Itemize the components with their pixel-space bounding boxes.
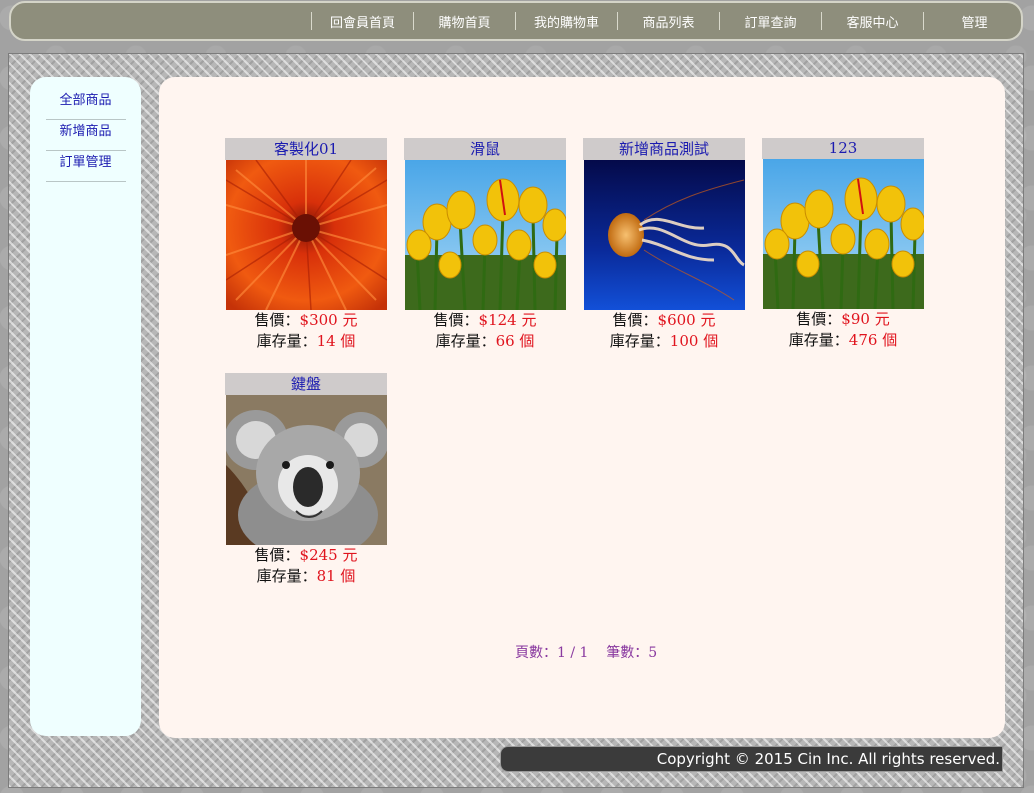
product-card: 新增商品測試 售價：$600 元 庫存量：100 個 <box>583 138 745 352</box>
product-image-jellyfish[interactable] <box>584 160 745 310</box>
product-image-tulips[interactable] <box>405 160 566 310</box>
stock-value: 66 個 <box>495 332 535 350</box>
nav-admin[interactable]: 管理 <box>924 3 1025 39</box>
price-value: $124 元 <box>478 311 537 329</box>
product-title-link[interactable]: 客製化01 <box>225 138 387 160</box>
stock-line: 庫存量：100 個 <box>583 331 745 352</box>
product-card: 鍵盤 售價：$245 元 庫存量：81 個 <box>225 373 387 587</box>
sidebar-item-order-management[interactable]: 訂單管理 <box>45 151 126 182</box>
price-line: 售價：$300 元 <box>225 310 387 331</box>
stock-label: 庫存量： <box>256 332 317 350</box>
product-card: 123 售價：$90 元 庫存量：476 個 <box>762 138 924 351</box>
price-line: 售價：$245 元 <box>225 545 387 566</box>
price-line: 售價：$90 元 <box>762 309 924 330</box>
main-nav: 回會員首頁 購物首頁 我的購物車 商品列表 訂單查詢 客服中心 管理 <box>311 3 1025 39</box>
pagination-info: 頁數：1 / 1 筆數：5 <box>515 645 658 661</box>
product-title-link[interactable]: 123 <box>762 138 924 159</box>
stock-line: 庫存量：66 個 <box>404 331 566 352</box>
stock-label: 庫存量： <box>256 567 317 585</box>
nav-customer-service[interactable]: 客服中心 <box>822 3 923 39</box>
price-value: $600 元 <box>657 311 716 329</box>
product-title-link[interactable]: 新增商品測試 <box>583 138 745 160</box>
nav-order-query[interactable]: 訂單查詢 <box>720 3 821 39</box>
price-label: 售價： <box>254 546 300 564</box>
footer-copyright: Copyright © 2015 Cin Inc. All rights res… <box>500 746 1003 772</box>
price-label: 售價： <box>612 311 658 329</box>
nav-shop-home[interactable]: 購物首頁 <box>414 3 515 39</box>
top-navigation-bar: 回會員首頁 購物首頁 我的購物車 商品列表 訂單查詢 客服中心 管理 <box>9 1 1023 41</box>
stock-line: 庫存量：14 個 <box>225 331 387 352</box>
sidebar-item-all-products[interactable]: 全部商品 <box>45 89 126 120</box>
nav-my-cart[interactable]: 我的購物車 <box>516 3 617 39</box>
price-line: 售價：$600 元 <box>583 310 745 331</box>
product-image-flower[interactable] <box>226 160 387 310</box>
admin-sidebar: 全部商品 新增商品 訂單管理 <box>30 77 141 736</box>
stock-line: 庫存量：476 個 <box>762 330 924 351</box>
stock-value: 100 個 <box>669 332 719 350</box>
stock-value: 476 個 <box>848 331 898 349</box>
product-grid-area: 客製化01 售價：$300 元 庫存量：14 個 滑鼠 售價：$124 元 庫存… <box>159 77 1005 738</box>
price-line: 售價：$124 元 <box>404 310 566 331</box>
page-frame: 全部商品 新增商品 訂單管理 客製化01 售價：$300 元 庫存量：14 個 … <box>8 53 1024 788</box>
stock-label: 庫存量： <box>788 331 849 349</box>
price-label: 售價： <box>254 311 300 329</box>
product-title-link[interactable]: 鍵盤 <box>225 373 387 395</box>
price-value: $90 元 <box>841 310 890 328</box>
nav-product-list[interactable]: 商品列表 <box>618 3 719 39</box>
product-title-link[interactable]: 滑鼠 <box>404 138 566 160</box>
sidebar-item-add-product[interactable]: 新增商品 <box>45 120 126 151</box>
stock-label: 庫存量： <box>435 332 496 350</box>
price-value: $245 元 <box>299 546 358 564</box>
product-image-koala[interactable] <box>226 395 387 545</box>
nav-member-home[interactable]: 回會員首頁 <box>312 3 413 39</box>
stock-line: 庫存量：81 個 <box>225 566 387 587</box>
product-card: 客製化01 售價：$300 元 庫存量：14 個 <box>225 138 387 352</box>
product-card: 滑鼠 售價：$124 元 庫存量：66 個 <box>404 138 566 352</box>
stock-value: 14 個 <box>316 332 356 350</box>
product-image-tulips[interactable] <box>763 159 924 309</box>
price-value: $300 元 <box>299 311 358 329</box>
price-label: 售價： <box>796 310 842 328</box>
stock-value: 81 個 <box>316 567 356 585</box>
stock-label: 庫存量： <box>609 332 670 350</box>
price-label: 售價： <box>433 311 479 329</box>
